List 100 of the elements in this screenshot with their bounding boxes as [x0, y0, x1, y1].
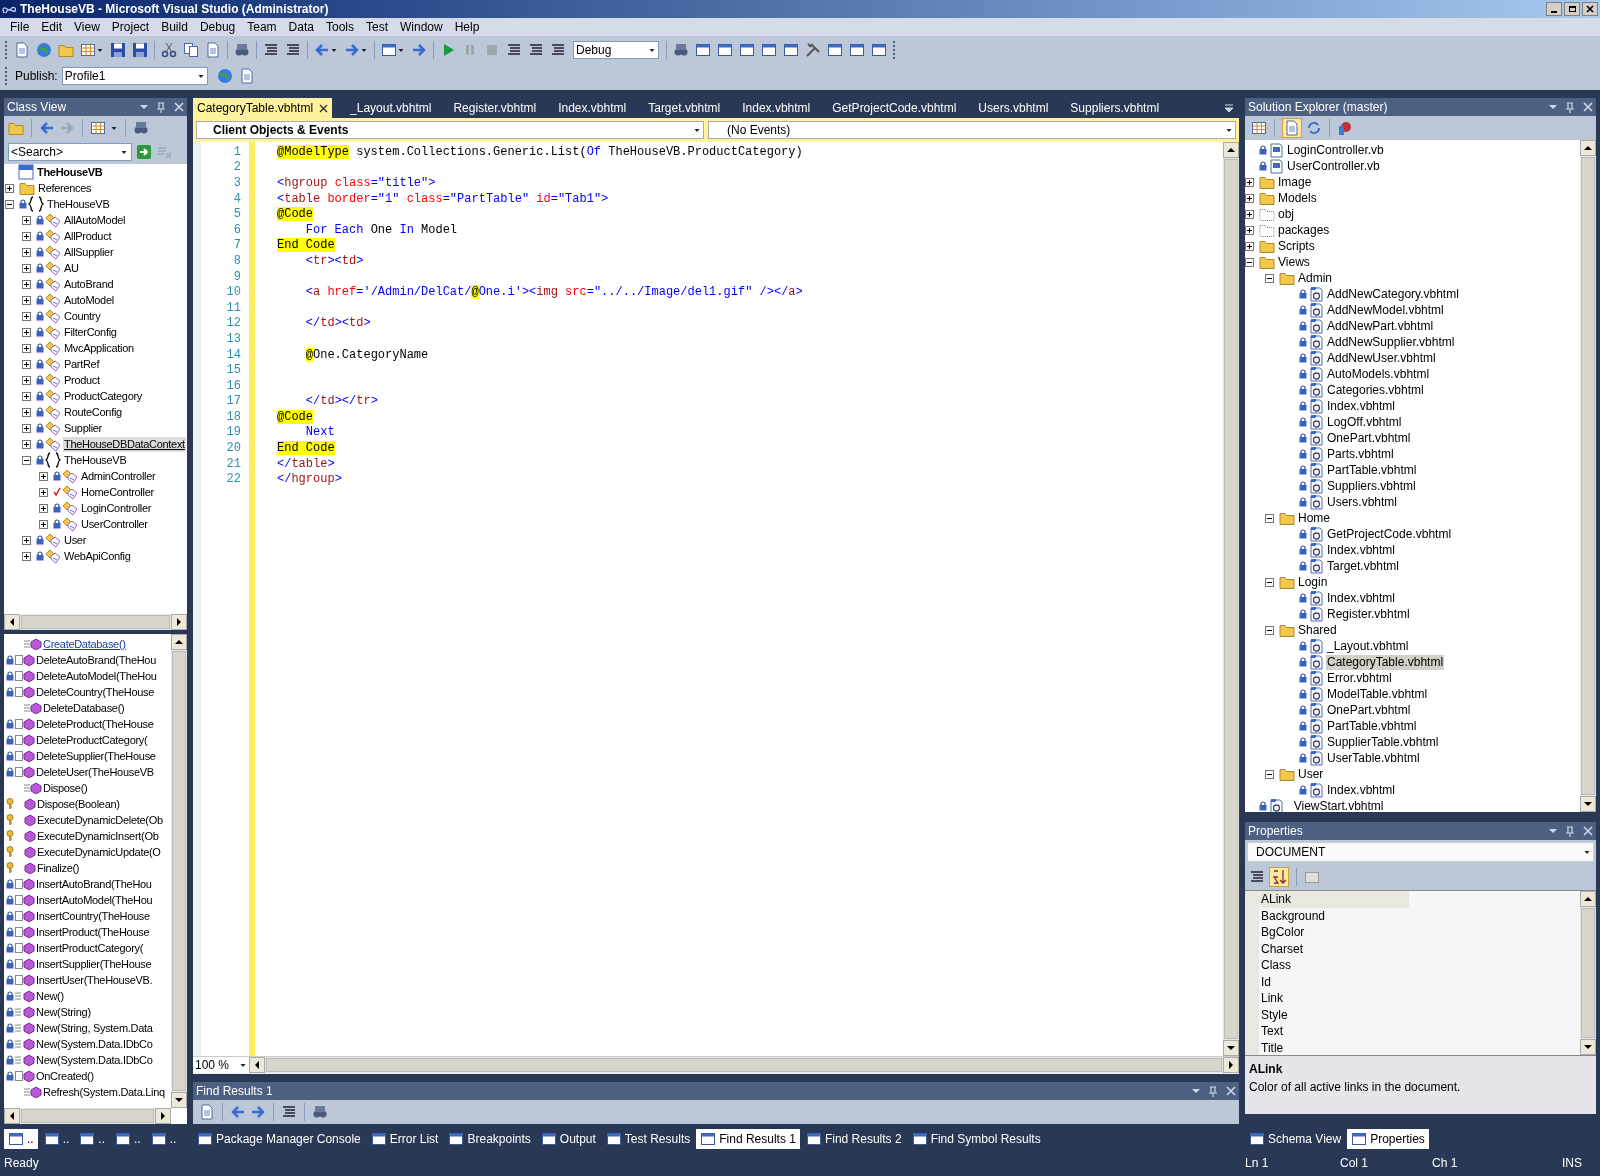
- tree-item[interactable]: _ViewStart.vbhtml: [1286, 798, 1385, 812]
- tree-item[interactable]: AddNewPart.vbhtml: [1326, 318, 1435, 334]
- refresh-icon[interactable]: [1306, 120, 1322, 136]
- find-symbol-icon[interactable]: [133, 120, 149, 136]
- tree-item[interactable]: AddNewUser.vbhtml: [1326, 350, 1437, 366]
- tree-item[interactable]: AutoModels.vbhtml: [1326, 366, 1431, 382]
- tree-item[interactable]: PartTable.vbhtml: [1326, 718, 1418, 734]
- file-tab[interactable]: GetProjectCode.vbhtml: [828, 98, 961, 118]
- tree-item[interactable]: Views: [1277, 254, 1311, 270]
- caret-icon[interactable]: [361, 47, 367, 53]
- member-item[interactable]: DeleteProductCategory(: [36, 731, 148, 749]
- scrollbar[interactable]: [4, 1108, 171, 1124]
- menu-item[interactable]: View: [68, 18, 106, 36]
- expand-icon[interactable]: [39, 519, 48, 529]
- window-icon[interactable]: [717, 42, 733, 58]
- tree-item[interactable]: UserController.vb: [1286, 158, 1381, 174]
- scrollbar[interactable]: [249, 1057, 1239, 1073]
- member-item[interactable]: ExecuteDynamicDelete(Ob: [37, 811, 163, 829]
- menu-item[interactable]: Tools: [319, 18, 360, 36]
- alphabetical-button[interactable]: [1269, 867, 1289, 887]
- menu-item[interactable]: Data: [282, 18, 320, 36]
- step-into-icon[interactable]: [528, 42, 544, 58]
- expand-icon[interactable]: [39, 503, 48, 513]
- menu-item[interactable]: Build: [155, 18, 194, 36]
- back-arrow-icon[interactable]: [39, 120, 55, 136]
- tools-icon[interactable]: [805, 42, 821, 58]
- tree-item[interactable]: Product: [63, 372, 101, 388]
- tab-list-icon[interactable]: [1225, 104, 1233, 113]
- menu-item[interactable]: Window: [394, 18, 449, 36]
- caret-icon[interactable]: [197, 73, 204, 79]
- tree-item[interactable]: Supplier: [63, 420, 103, 436]
- member-item[interactable]: New(System.Data.IDbCo: [36, 1035, 153, 1053]
- member-item[interactable]: New(System.Data.IDbCo: [36, 1051, 153, 1069]
- caret-icon[interactable]: [111, 125, 117, 131]
- property-name[interactable]: Title: [1259, 1039, 1409, 1055]
- property-name[interactable]: Text: [1259, 1023, 1409, 1040]
- expand-icon[interactable]: [22, 439, 31, 449]
- member-item[interactable]: InsertSupplier(TheHouse: [36, 955, 152, 973]
- tree-item[interactable]: Index.vbhtml: [1326, 398, 1397, 414]
- expand-icon[interactable]: [22, 215, 31, 225]
- navigate-forward-icon[interactable]: [411, 42, 427, 58]
- menu-item[interactable]: Help: [448, 18, 486, 36]
- property-name[interactable]: Charset: [1259, 940, 1409, 957]
- property-name[interactable]: Class: [1259, 957, 1409, 974]
- pin-icon[interactable]: [1565, 825, 1575, 837]
- collapse-icon[interactable]: [1265, 513, 1274, 523]
- expand-icon[interactable]: [1245, 177, 1254, 187]
- tab[interactable]: ..: [39, 1129, 74, 1149]
- tree-item[interactable]: RouteConfig: [63, 404, 123, 420]
- expand-icon[interactable]: [1245, 209, 1254, 219]
- expand-icon[interactable]: [1245, 193, 1254, 203]
- property-name[interactable]: ALink: [1259, 891, 1409, 908]
- step-out-icon[interactable]: [550, 42, 566, 58]
- tree-item[interactable]: SupplierTable.vbhtml: [1326, 734, 1440, 750]
- expand-icon[interactable]: [39, 487, 48, 497]
- caret-icon[interactable]: [649, 47, 655, 53]
- tree-item[interactable]: Register.vbhtml: [1326, 606, 1411, 622]
- tree-item[interactable]: LoginController: [80, 500, 153, 516]
- event-dropdown[interactable]: (No Events): [708, 121, 1236, 139]
- member-item[interactable]: DeleteCountry(TheHouse: [36, 683, 155, 701]
- caret-icon[interactable]: [1226, 127, 1232, 133]
- tree-item[interactable]: WebApiConfig: [63, 548, 132, 564]
- tree-item[interactable]: Image: [1277, 174, 1313, 190]
- tree-item[interactable]: Admin: [1297, 270, 1333, 286]
- save-icon[interactable]: [110, 42, 126, 58]
- pin-icon[interactable]: [156, 101, 166, 113]
- tree-item[interactable]: UserTable.vbhtml: [1326, 750, 1421, 766]
- find-icon[interactable]: [234, 42, 250, 58]
- tree-item[interactable]: User: [1297, 766, 1325, 782]
- caret-icon[interactable]: [1584, 849, 1590, 855]
- find-in-files-icon[interactable]: [673, 42, 689, 58]
- caret-icon[interactable]: [398, 47, 404, 53]
- step-icon[interactable]: [506, 42, 522, 58]
- member-item[interactable]: Finalize(): [37, 859, 80, 877]
- tab[interactable]: ..: [146, 1129, 181, 1149]
- tab[interactable]: Find Symbol Results: [907, 1129, 1045, 1149]
- member-item[interactable]: InsertProductCategory(: [36, 939, 144, 957]
- go-icon[interactable]: [136, 144, 152, 160]
- tree-item[interactable]: LogOff.vbhtml: [1326, 414, 1403, 430]
- outdent-icon[interactable]: [285, 42, 301, 58]
- expand-icon[interactable]: [1245, 225, 1254, 235]
- member-item[interactable]: ExecuteDynamicUpdate(O: [37, 843, 161, 861]
- expand-icon[interactable]: [22, 279, 31, 289]
- expand-icon[interactable]: [22, 535, 31, 545]
- tree-item[interactable]: PartRef: [63, 356, 101, 372]
- tree-item[interactable]: TheHouseVB: [36, 164, 104, 180]
- scrollbar[interactable]: [171, 634, 187, 1108]
- tree-item[interactable]: PartTable.vbhtml: [1326, 462, 1418, 478]
- property-name[interactable]: Id: [1259, 973, 1409, 990]
- tree-item[interactable]: LoginController.vb: [1286, 142, 1385, 158]
- member-item[interactable]: OnCreated(): [36, 1067, 94, 1085]
- collapse-icon[interactable]: [1265, 625, 1274, 635]
- copy-icon[interactable]: [183, 42, 199, 58]
- tree-item[interactable]: GetProjectCode.vbhtml: [1326, 526, 1453, 542]
- tree-item[interactable]: OnePart.vbhtml: [1326, 702, 1412, 718]
- expand-icon[interactable]: [39, 471, 48, 481]
- tab[interactable]: Breakpoints: [444, 1129, 535, 1149]
- expand-icon[interactable]: [22, 407, 31, 417]
- tree-item[interactable]: Shared: [1297, 622, 1338, 638]
- tab[interactable]: ..: [75, 1129, 109, 1149]
